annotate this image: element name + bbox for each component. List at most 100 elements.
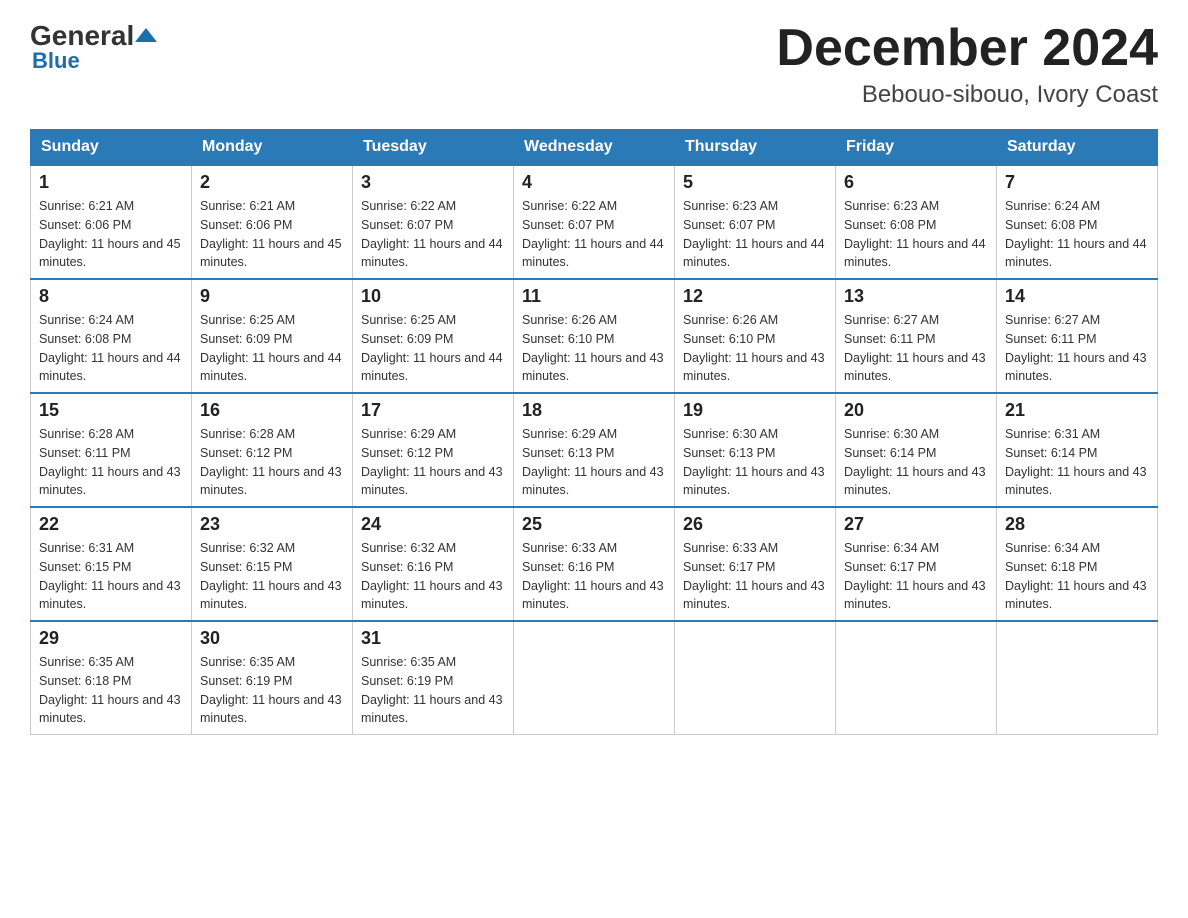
day-number: 20 (844, 400, 988, 421)
col-header-thursday: Thursday (675, 130, 836, 166)
day-info: Sunrise: 6:33 AM Sunset: 6:16 PM Dayligh… (522, 539, 666, 614)
day-info: Sunrise: 6:23 AM Sunset: 6:08 PM Dayligh… (844, 197, 988, 272)
day-info: Sunrise: 6:31 AM Sunset: 6:14 PM Dayligh… (1005, 425, 1149, 500)
day-number: 3 (361, 172, 505, 193)
logo-blue: Blue (30, 48, 80, 74)
logo-icon (135, 24, 157, 46)
day-info: Sunrise: 6:33 AM Sunset: 6:17 PM Dayligh… (683, 539, 827, 614)
calendar-cell: 7 Sunrise: 6:24 AM Sunset: 6:08 PM Dayli… (997, 165, 1158, 279)
calendar-cell: 8 Sunrise: 6:24 AM Sunset: 6:08 PM Dayli… (31, 279, 192, 393)
day-number: 15 (39, 400, 183, 421)
calendar-cell: 11 Sunrise: 6:26 AM Sunset: 6:10 PM Dayl… (514, 279, 675, 393)
day-number: 6 (844, 172, 988, 193)
calendar-cell: 1 Sunrise: 6:21 AM Sunset: 6:06 PM Dayli… (31, 165, 192, 279)
calendar-cell (997, 621, 1158, 735)
day-number: 13 (844, 286, 988, 307)
col-header-sunday: Sunday (31, 130, 192, 166)
logo: General Blue (30, 20, 157, 74)
day-info: Sunrise: 6:31 AM Sunset: 6:15 PM Dayligh… (39, 539, 183, 614)
calendar-cell: 28 Sunrise: 6:34 AM Sunset: 6:18 PM Dayl… (997, 507, 1158, 621)
calendar-cell: 25 Sunrise: 6:33 AM Sunset: 6:16 PM Dayl… (514, 507, 675, 621)
calendar-cell: 24 Sunrise: 6:32 AM Sunset: 6:16 PM Dayl… (353, 507, 514, 621)
day-number: 26 (683, 514, 827, 535)
day-info: Sunrise: 6:22 AM Sunset: 6:07 PM Dayligh… (522, 197, 666, 272)
day-number: 2 (200, 172, 344, 193)
day-info: Sunrise: 6:30 AM Sunset: 6:13 PM Dayligh… (683, 425, 827, 500)
day-number: 7 (1005, 172, 1149, 193)
calendar-cell (836, 621, 997, 735)
day-number: 10 (361, 286, 505, 307)
col-header-saturday: Saturday (997, 130, 1158, 166)
day-info: Sunrise: 6:35 AM Sunset: 6:19 PM Dayligh… (361, 653, 505, 728)
day-number: 1 (39, 172, 183, 193)
calendar-cell: 12 Sunrise: 6:26 AM Sunset: 6:10 PM Dayl… (675, 279, 836, 393)
calendar-cell: 2 Sunrise: 6:21 AM Sunset: 6:06 PM Dayli… (192, 165, 353, 279)
day-info: Sunrise: 6:32 AM Sunset: 6:15 PM Dayligh… (200, 539, 344, 614)
week-row-3: 15 Sunrise: 6:28 AM Sunset: 6:11 PM Dayl… (31, 393, 1158, 507)
day-number: 11 (522, 286, 666, 307)
day-number: 31 (361, 628, 505, 649)
day-number: 16 (200, 400, 344, 421)
col-header-tuesday: Tuesday (353, 130, 514, 166)
day-info: Sunrise: 6:32 AM Sunset: 6:16 PM Dayligh… (361, 539, 505, 614)
day-number: 22 (39, 514, 183, 535)
day-info: Sunrise: 6:28 AM Sunset: 6:12 PM Dayligh… (200, 425, 344, 500)
calendar-cell (514, 621, 675, 735)
day-number: 24 (361, 514, 505, 535)
day-number: 23 (200, 514, 344, 535)
day-info: Sunrise: 6:24 AM Sunset: 6:08 PM Dayligh… (39, 311, 183, 386)
calendar-cell: 17 Sunrise: 6:29 AM Sunset: 6:12 PM Dayl… (353, 393, 514, 507)
calendar-cell: 3 Sunrise: 6:22 AM Sunset: 6:07 PM Dayli… (353, 165, 514, 279)
day-info: Sunrise: 6:21 AM Sunset: 6:06 PM Dayligh… (39, 197, 183, 272)
calendar-cell: 10 Sunrise: 6:25 AM Sunset: 6:09 PM Dayl… (353, 279, 514, 393)
day-number: 5 (683, 172, 827, 193)
day-info: Sunrise: 6:23 AM Sunset: 6:07 PM Dayligh… (683, 197, 827, 272)
col-header-wednesday: Wednesday (514, 130, 675, 166)
calendar-cell: 19 Sunrise: 6:30 AM Sunset: 6:13 PM Dayl… (675, 393, 836, 507)
day-number: 4 (522, 172, 666, 193)
day-number: 14 (1005, 286, 1149, 307)
day-number: 8 (39, 286, 183, 307)
day-info: Sunrise: 6:27 AM Sunset: 6:11 PM Dayligh… (1005, 311, 1149, 386)
calendar-cell: 13 Sunrise: 6:27 AM Sunset: 6:11 PM Dayl… (836, 279, 997, 393)
day-number: 18 (522, 400, 666, 421)
week-row-5: 29 Sunrise: 6:35 AM Sunset: 6:18 PM Dayl… (31, 621, 1158, 735)
day-number: 30 (200, 628, 344, 649)
calendar-cell: 4 Sunrise: 6:22 AM Sunset: 6:07 PM Dayli… (514, 165, 675, 279)
calendar-cell: 5 Sunrise: 6:23 AM Sunset: 6:07 PM Dayli… (675, 165, 836, 279)
day-number: 28 (1005, 514, 1149, 535)
day-info: Sunrise: 6:30 AM Sunset: 6:14 PM Dayligh… (844, 425, 988, 500)
day-info: Sunrise: 6:34 AM Sunset: 6:17 PM Dayligh… (844, 539, 988, 614)
calendar-table: SundayMondayTuesdayWednesdayThursdayFrid… (30, 129, 1158, 735)
day-number: 29 (39, 628, 183, 649)
page-header: General Blue December 2024 Bebouo-sibouo… (30, 20, 1158, 109)
col-header-friday: Friday (836, 130, 997, 166)
day-info: Sunrise: 6:25 AM Sunset: 6:09 PM Dayligh… (361, 311, 505, 386)
day-number: 19 (683, 400, 827, 421)
calendar-cell: 21 Sunrise: 6:31 AM Sunset: 6:14 PM Dayl… (997, 393, 1158, 507)
calendar-cell: 31 Sunrise: 6:35 AM Sunset: 6:19 PM Dayl… (353, 621, 514, 735)
col-header-monday: Monday (192, 130, 353, 166)
calendar-cell: 27 Sunrise: 6:34 AM Sunset: 6:17 PM Dayl… (836, 507, 997, 621)
day-info: Sunrise: 6:34 AM Sunset: 6:18 PM Dayligh… (1005, 539, 1149, 614)
calendar-cell: 26 Sunrise: 6:33 AM Sunset: 6:17 PM Dayl… (675, 507, 836, 621)
calendar-cell: 16 Sunrise: 6:28 AM Sunset: 6:12 PM Dayl… (192, 393, 353, 507)
week-row-2: 8 Sunrise: 6:24 AM Sunset: 6:08 PM Dayli… (31, 279, 1158, 393)
calendar-header-row: SundayMondayTuesdayWednesdayThursdayFrid… (31, 130, 1158, 166)
calendar-cell: 30 Sunrise: 6:35 AM Sunset: 6:19 PM Dayl… (192, 621, 353, 735)
month-title: December 2024 (776, 20, 1158, 77)
day-number: 9 (200, 286, 344, 307)
day-info: Sunrise: 6:25 AM Sunset: 6:09 PM Dayligh… (200, 311, 344, 386)
day-info: Sunrise: 6:29 AM Sunset: 6:13 PM Dayligh… (522, 425, 666, 500)
day-info: Sunrise: 6:29 AM Sunset: 6:12 PM Dayligh… (361, 425, 505, 500)
day-info: Sunrise: 6:28 AM Sunset: 6:11 PM Dayligh… (39, 425, 183, 500)
calendar-cell: 15 Sunrise: 6:28 AM Sunset: 6:11 PM Dayl… (31, 393, 192, 507)
calendar-cell: 22 Sunrise: 6:31 AM Sunset: 6:15 PM Dayl… (31, 507, 192, 621)
calendar-cell: 14 Sunrise: 6:27 AM Sunset: 6:11 PM Dayl… (997, 279, 1158, 393)
day-number: 25 (522, 514, 666, 535)
day-number: 21 (1005, 400, 1149, 421)
location-subtitle: Bebouo-sibouo, Ivory Coast (776, 81, 1158, 109)
calendar-cell (675, 621, 836, 735)
day-info: Sunrise: 6:21 AM Sunset: 6:06 PM Dayligh… (200, 197, 344, 272)
calendar-cell: 23 Sunrise: 6:32 AM Sunset: 6:15 PM Dayl… (192, 507, 353, 621)
